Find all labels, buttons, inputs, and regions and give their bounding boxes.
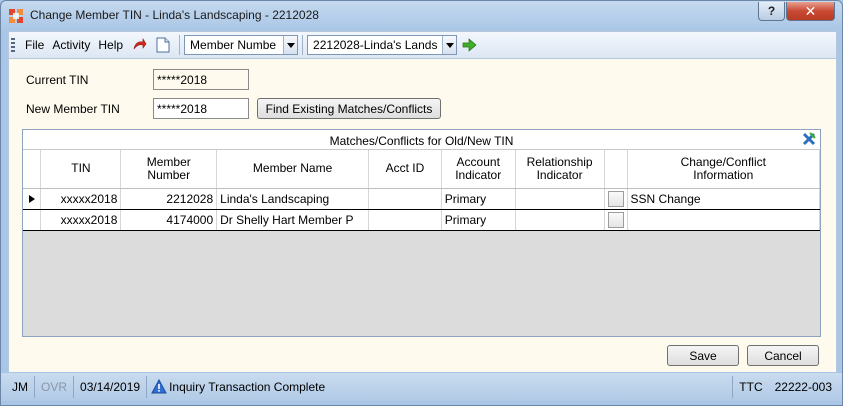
cell-flag xyxy=(604,188,628,210)
status-bar: JM OVR 03/14/2019 Inquiry Transaction Co… xyxy=(1,373,842,401)
toolbar: File Activity Help Member Numbe 2212028-… xyxy=(8,31,837,59)
cell-acct-id[interactable] xyxy=(368,188,442,210)
title-bar: Change Member TIN - Linda's Landscaping … xyxy=(1,1,842,29)
cell-account-indicator[interactable]: Primary xyxy=(441,188,516,210)
column-header-label: Member xyxy=(146,154,191,169)
menu-help[interactable]: Help xyxy=(94,38,127,52)
find-matches-button[interactable]: Find Existing Matches/Conflicts xyxy=(257,98,441,119)
column-header-acct-id[interactable]: Acct ID xyxy=(368,150,442,189)
cell-acct-id[interactable] xyxy=(368,209,442,231)
window-title: Change Member TIN - Linda's Landscaping … xyxy=(30,8,319,22)
status-date: 03/14/2019 xyxy=(80,380,141,394)
toolbar-separator xyxy=(302,35,304,55)
status-ttc-label: TTC xyxy=(739,380,763,394)
back-arrow-icon[interactable] xyxy=(130,36,148,54)
clear-grid-icon[interactable] xyxy=(802,132,816,146)
cell-member-number[interactable]: 2212028 xyxy=(120,188,218,210)
column-header-member-number[interactable]: Member Number xyxy=(120,150,218,189)
member-select-value: 2212028-Linda's Lands xyxy=(313,38,438,52)
status-message: Inquiry Transaction Complete xyxy=(169,380,326,394)
status-separator xyxy=(146,376,148,398)
status-ttc-value: 22222-003 xyxy=(774,380,832,394)
grid-caption: Matches/Conflicts for Old/New TIN xyxy=(23,130,820,150)
toolbar-separator xyxy=(179,35,181,55)
matches-grid: Matches/Conflicts for Old/New TIN TIN Mem… xyxy=(22,129,821,337)
column-header-label: Number xyxy=(147,167,191,182)
menu-activity[interactable]: Activity xyxy=(48,38,94,52)
cell-member-name[interactable]: Dr Shelly Hart Member P xyxy=(216,209,370,231)
cell-flag xyxy=(604,209,628,231)
current-tin-label: Current TIN xyxy=(26,73,89,87)
column-header-label: Acct ID xyxy=(385,161,425,176)
app-icon xyxy=(9,9,23,23)
go-arrow-icon[interactable] xyxy=(460,36,478,54)
row-selector[interactable] xyxy=(23,209,42,231)
menu-file[interactable]: File xyxy=(21,38,48,52)
column-header-label: Indicator xyxy=(455,167,502,182)
table-row[interactable]: xxxxx2018 4174000 Dr Shelly Hart Member P P… xyxy=(23,209,821,231)
column-header-label: Information xyxy=(693,167,754,182)
row-checkbox[interactable] xyxy=(607,190,624,207)
save-button[interactable]: Save xyxy=(667,345,739,366)
cell-change-info[interactable] xyxy=(627,209,821,231)
new-document-icon[interactable] xyxy=(154,36,172,54)
chevron-down-icon[interactable] xyxy=(283,36,298,54)
toolbar-grip[interactable] xyxy=(11,38,15,52)
new-tin-label: New Member TIN xyxy=(26,102,120,116)
info-alert-icon xyxy=(151,379,167,394)
cell-tin[interactable]: xxxxx2018 xyxy=(40,188,122,210)
grid-caption-text: Matches/Conflicts for Old/New TIN xyxy=(329,134,514,148)
close-button[interactable]: ✕ xyxy=(786,2,835,21)
column-header-label: Change/Conflict xyxy=(680,154,766,169)
cell-account-indicator[interactable]: Primary xyxy=(441,209,516,231)
column-header-label: Relationship xyxy=(526,154,593,169)
member-select[interactable]: 2212028-Linda's Lands xyxy=(307,35,458,55)
column-header-account-indicator[interactable]: Account Indicator xyxy=(441,150,516,189)
column-header-label: Indicator xyxy=(536,167,583,182)
help-button[interactable]: ? xyxy=(758,2,785,21)
row-checkbox[interactable] xyxy=(607,211,624,228)
row-selector[interactable] xyxy=(23,188,42,210)
column-header-tin[interactable]: TIN xyxy=(40,150,122,189)
cell-member-number[interactable]: 4174000 xyxy=(120,209,218,231)
status-ovr: OVR xyxy=(41,380,68,394)
cancel-button[interactable]: Cancel xyxy=(747,345,819,366)
column-header-label: TIN xyxy=(71,161,91,176)
row-indicator-header xyxy=(23,150,42,189)
column-header-label: Account xyxy=(456,154,500,169)
change-member-tin-window: Change Member TIN - Linda's Landscaping … xyxy=(0,0,843,406)
search-type-value: Member Numbe xyxy=(190,38,277,52)
column-header-label: Member Name xyxy=(252,161,333,176)
table-row[interactable]: xxxxx2018 2212028 Linda's Landscaping Prima… xyxy=(23,188,821,210)
cell-change-info[interactable]: SSN Change xyxy=(627,188,821,210)
cell-tin[interactable]: xxxxx2018 xyxy=(40,209,122,231)
cell-relationship-indicator[interactable] xyxy=(515,188,605,210)
new-tin-field[interactable]: *****2018 xyxy=(153,98,249,119)
content-area: Current TIN *****2018 New Member TIN ***… xyxy=(8,59,837,372)
column-header-relationship-indicator[interactable]: Relationship Indicator xyxy=(515,150,605,189)
cell-member-name[interactable]: Linda's Landscaping xyxy=(216,188,370,210)
current-tin-field: *****2018 xyxy=(153,69,249,90)
column-header-member-name[interactable]: Member Name xyxy=(216,150,370,189)
current-row-icon xyxy=(28,194,35,203)
column-header-flag[interactable] xyxy=(604,150,628,189)
status-user: JM xyxy=(12,380,28,394)
matches-table: TIN Member Number Member Name Acct ID Account… xyxy=(23,150,821,231)
chevron-down-icon[interactable] xyxy=(442,36,457,54)
cell-relationship-indicator[interactable] xyxy=(515,209,605,231)
search-type-select[interactable]: Member Numbe xyxy=(184,35,299,55)
column-header-change-info[interactable]: Change/Conflict Information xyxy=(627,150,821,189)
